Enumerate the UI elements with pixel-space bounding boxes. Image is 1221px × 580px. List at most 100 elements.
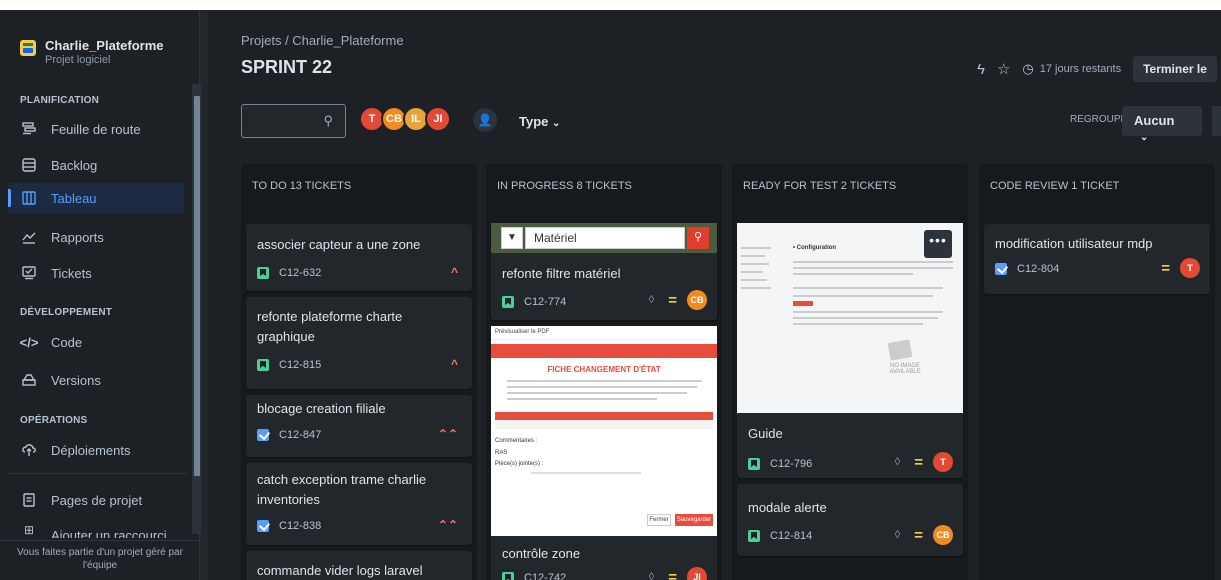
- sidebar-item-label: Tickets: [51, 265, 92, 281]
- card-c12-838[interactable]: catch exception trame charlie inventorie…: [246, 463, 472, 545]
- story-icon: [748, 458, 760, 470]
- sidebar-scrollbar-thumb[interactable]: [194, 96, 200, 476]
- sidebar-item-reports[interactable]: Rapports: [8, 222, 184, 252]
- project-header[interactable]: Charlie_Plateforme Projet logiciel: [20, 38, 164, 66]
- story-icon: [257, 359, 269, 371]
- sidebar-item-code[interactable]: </> Code: [8, 327, 184, 357]
- sidebar-item-project-pages[interactable]: Pages de projet: [8, 485, 184, 515]
- pdf-text-line: [507, 392, 687, 394]
- doc-text-line: [793, 273, 913, 275]
- column-ready-for-test: READY FOR TEST 2 TICKETS Guide C12-796 ◊…: [732, 164, 968, 580]
- story-icon: [502, 572, 514, 580]
- finish-sprint-button[interactable]: Terminer le: [1133, 56, 1217, 82]
- sidebar-item-versions[interactable]: Versions: [8, 365, 184, 395]
- assignee-avatar[interactable]: CB: [933, 525, 953, 545]
- card-c12-804[interactable]: modification utilisateur mdp C12-804 = T: [984, 224, 1210, 294]
- assignee-avatar[interactable]: T: [933, 452, 953, 472]
- app-window: Charlie_Plateforme Projet logiciel PLANI…: [0, 10, 1221, 580]
- card-c12-847[interactable]: blocage creation filiale C12-847 ⌃⌃: [246, 395, 472, 457]
- avatar[interactable]: JI: [425, 106, 451, 132]
- card-key: C12-815: [279, 359, 322, 371]
- card-cover-image: ▼ Matériel ⚲: [491, 223, 717, 253]
- breadcrumb[interactable]: Projets / Charlie_Plateforme: [241, 33, 404, 48]
- story-points-icon: ◊: [648, 294, 655, 306]
- column-header: READY FOR TEST 2 TICKETS: [743, 180, 897, 192]
- card-title: modification utilisateur mdp: [995, 236, 1153, 251]
- priority-medium-icon: =: [914, 526, 923, 544]
- pdf-close-button: Fermer: [647, 514, 671, 526]
- sidebar: Charlie_Plateforme Projet logiciel PLANI…: [0, 10, 200, 580]
- chevron-down-icon: ⌄: [552, 118, 561, 129]
- card-meta: ◊ = T: [895, 452, 953, 472]
- sidebar-item-label: Feuille de route: [51, 121, 141, 137]
- deploy-icon: [21, 442, 37, 458]
- task-icon: [257, 520, 269, 532]
- sidebar-item-label: Déploiements: [51, 442, 131, 458]
- doc-heading: • Configuration: [793, 245, 837, 251]
- lightning-icon[interactable]: ϟ: [977, 61, 985, 78]
- story-icon: [748, 530, 760, 542]
- search-input[interactable]: ⚲: [241, 104, 346, 138]
- doc-nav-line: [741, 255, 765, 257]
- card-vider-logs[interactable]: commande vider logs laravel: [246, 551, 472, 580]
- pdf-save-button: Sauvegarder: [675, 514, 713, 526]
- star-icon[interactable]: ☆: [997, 60, 1010, 78]
- doc-text-line: [793, 311, 943, 313]
- sidebar-item-label: Pages de projet: [51, 492, 143, 508]
- pdf-attachment-line: [531, 472, 641, 474]
- story-points-icon: ◊: [894, 529, 901, 541]
- sidebar-item-tickets[interactable]: Tickets: [8, 258, 184, 288]
- sidebar-item-label: Rapports: [51, 229, 104, 245]
- reports-icon: [21, 229, 37, 245]
- doc-nav-line: [741, 263, 769, 265]
- card-key-row: C12-815: [257, 359, 321, 371]
- doc-nav-line: [741, 287, 771, 289]
- assignee-avatar[interactable]: CB: [687, 290, 707, 310]
- sidebar-item-backlog[interactable]: Backlog: [8, 150, 184, 180]
- doc-text-line: [793, 267, 953, 269]
- card-meta: = T: [1161, 258, 1200, 278]
- add-shortcut-icon: ⊞: [23, 523, 35, 537]
- more-options-icon[interactable]: •••: [924, 230, 952, 258]
- tickets-icon: [21, 265, 37, 281]
- sidebar-item-add-shortcut[interactable]: ⊞ Ajouter un raccourci: [8, 522, 184, 538]
- card-c12-814[interactable]: modale alerte C12-814 ◊ = CB: [737, 484, 963, 556]
- priority-highest-icon: ⌃⌃: [437, 518, 458, 532]
- column-todo: TO DO 13 TICKETS associer capteur a une …: [241, 164, 477, 580]
- pdf-table-row: [495, 421, 713, 429]
- priority-medium-icon: =: [668, 568, 677, 580]
- card-cover-pdf-preview: Prévisualiser le PDF FICHE CHANGEMENT D'…: [491, 326, 717, 536]
- add-people-icon[interactable]: 👤: [473, 108, 497, 132]
- assignee-avatar[interactable]: T: [1180, 258, 1200, 278]
- group-by-select[interactable]: Aucun ⌄: [1122, 106, 1202, 143]
- card-key: C12-632: [279, 267, 322, 279]
- card-key-row: C12-838: [257, 520, 321, 532]
- code-icon: </>: [19, 334, 39, 350]
- roadmap-icon: [21, 121, 37, 137]
- card-key-row: C12-814: [748, 530, 812, 542]
- column-in-progress: IN PROGRESS 8 TICKETS refonte filtre mat…: [486, 164, 722, 580]
- sidebar-item-board[interactable]: Tableau: [8, 183, 184, 213]
- priority-medium-icon: =: [1161, 259, 1170, 277]
- card-key: C12-796: [770, 458, 813, 470]
- assignee-avatar[interactable]: JI: [687, 567, 707, 580]
- card-title: contrôle zone: [502, 546, 581, 561]
- pdf-band: [491, 344, 717, 358]
- type-label: Type: [519, 114, 549, 129]
- card-c12-632[interactable]: associer capteur a une zone C12-632 ^: [246, 224, 472, 291]
- preview-select: Matériel: [525, 227, 685, 249]
- section-planification: PLANIFICATION: [20, 95, 100, 106]
- type-filter[interactable]: Type ⌄: [519, 114, 560, 129]
- story-icon: [257, 267, 269, 279]
- story-points-icon: ◊: [894, 456, 901, 468]
- card-key-row: C12-632: [257, 267, 321, 279]
- sidebar-item-deployments[interactable]: Déploiements: [8, 435, 184, 465]
- column-header: CODE REVIEW 1 TICKET: [990, 180, 1120, 192]
- sidebar-resize-handle[interactable]: [200, 10, 208, 580]
- card-c12-815[interactable]: refonte plateforme charte graphique C12-…: [246, 297, 472, 389]
- more-button[interactable]: [1212, 106, 1221, 136]
- board-icon: [21, 190, 37, 206]
- pdf-text-line: [507, 380, 702, 382]
- priority-high-icon: ^: [450, 265, 458, 279]
- sidebar-item-roadmap[interactable]: Feuille de route: [8, 114, 184, 144]
